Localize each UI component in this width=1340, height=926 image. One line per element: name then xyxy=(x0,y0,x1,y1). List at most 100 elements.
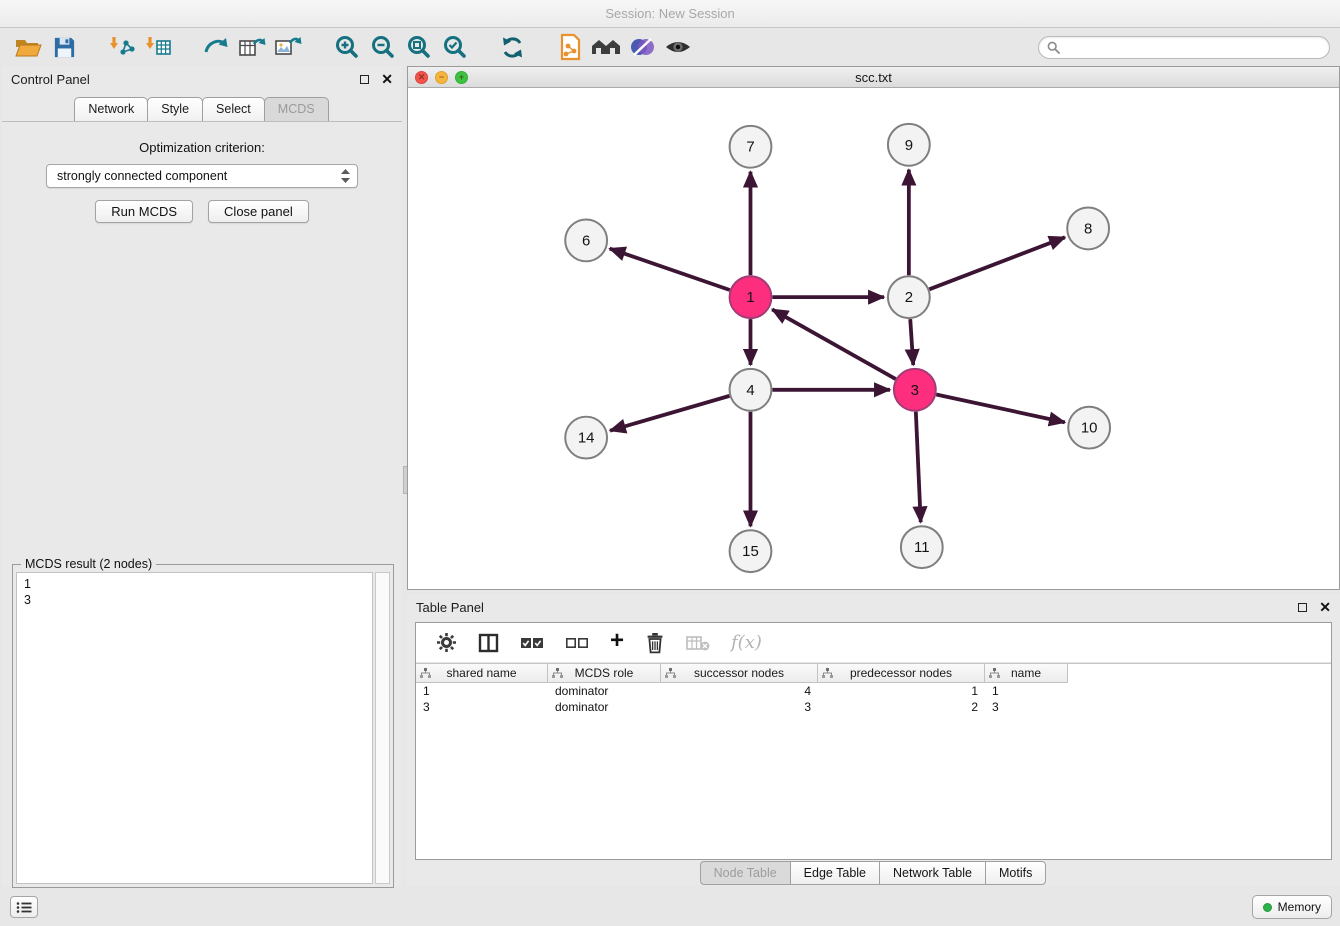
checkboxes-checked-icon xyxy=(520,635,544,651)
zoom-selected-button[interactable] xyxy=(436,32,472,62)
window-titlebar: Session: New Session xyxy=(0,0,1340,28)
graph-node-8[interactable]: 8 xyxy=(1067,208,1109,250)
export-image-button[interactable] xyxy=(270,32,306,62)
first-neighbors-button[interactable] xyxy=(588,32,624,62)
table-panel: Table Panel ✕ xyxy=(407,594,1340,886)
result-scrollbar[interactable] xyxy=(375,572,390,884)
tab-style[interactable]: Style xyxy=(147,97,203,121)
float-panel-icon[interactable] xyxy=(360,75,369,84)
column-header-name[interactable]: name xyxy=(985,664,1068,683)
deselect-all-button[interactable] xyxy=(565,635,589,651)
search-input[interactable] xyxy=(1065,40,1321,54)
export-image-icon xyxy=(273,34,303,60)
refresh-button[interactable] xyxy=(494,32,530,62)
document-network-button[interactable] xyxy=(552,32,588,62)
column-header-successor-nodes[interactable]: successor nodes xyxy=(661,664,818,683)
tab-node-table[interactable]: Node Table xyxy=(700,861,791,885)
delete-column-button[interactable] xyxy=(645,632,665,654)
save-session-button[interactable] xyxy=(46,32,82,62)
task-history-button[interactable] xyxy=(10,896,38,918)
table-cell[interactable]: 4 xyxy=(661,684,818,698)
sort-icon xyxy=(989,668,1000,682)
svg-text:7: 7 xyxy=(746,139,754,156)
graph-edge-4-14[interactable] xyxy=(610,396,729,431)
zoom-in-button[interactable] xyxy=(328,32,364,62)
add-column-button[interactable]: + xyxy=(610,629,624,653)
network-canvas[interactable]: 7 9 6 8 1 2 4 3 14 10 15 11 xyxy=(408,89,1339,589)
close-table-panel-icon[interactable]: ✕ xyxy=(1319,600,1331,614)
sort-icon xyxy=(552,668,563,682)
import-table-button[interactable] xyxy=(140,32,176,62)
graph-edge-1-6[interactable] xyxy=(610,249,730,290)
graph-node-11[interactable]: 11 xyxy=(901,526,943,568)
delete-table-button[interactable] xyxy=(686,634,710,652)
graph-node-6[interactable]: 6 xyxy=(565,219,607,261)
close-panel-button[interactable]: Close panel xyxy=(208,200,309,223)
table-cell[interactable]: 2 xyxy=(818,700,985,714)
graph-node-14[interactable]: 14 xyxy=(565,417,607,459)
result-item[interactable]: 1 xyxy=(24,576,365,592)
memory-button[interactable]: Memory xyxy=(1252,895,1332,919)
table-cell[interactable]: 3 xyxy=(661,700,818,714)
graph-node-9[interactable]: 9 xyxy=(888,124,930,166)
graph-edge-3-10[interactable] xyxy=(936,394,1065,422)
table-cell[interactable]: dominator xyxy=(548,684,661,698)
graph-node-4[interactable]: 4 xyxy=(730,369,772,411)
run-mcds-button[interactable]: Run MCDS xyxy=(95,200,193,223)
mcds-result-list[interactable]: 13 xyxy=(16,572,373,884)
table-settings-button[interactable] xyxy=(436,632,457,653)
refresh-icon xyxy=(499,34,526,61)
select-all-button[interactable] xyxy=(520,635,544,651)
graph-node-15[interactable]: 15 xyxy=(730,530,772,572)
table-row[interactable]: 1dominator411 xyxy=(416,683,1331,699)
control-panel-header: Control Panel ✕ xyxy=(2,66,402,92)
graph-node-2[interactable]: 2 xyxy=(888,276,930,318)
graph-edge-3-11[interactable] xyxy=(916,412,921,523)
zoom-fit-button[interactable] xyxy=(400,32,436,62)
zoom-out-icon xyxy=(369,34,396,61)
table-cell[interactable]: dominator xyxy=(548,700,661,714)
table-cell[interactable]: 1 xyxy=(818,684,985,698)
venn-filter-button[interactable] xyxy=(624,32,660,62)
optimization-select-value: strongly connected component xyxy=(57,169,340,183)
graph-edge-2-3[interactable] xyxy=(910,319,913,365)
export-table-button[interactable] xyxy=(234,32,270,62)
table-row[interactable]: 3dominator323 xyxy=(416,699,1331,715)
stepper-icon xyxy=(340,168,351,184)
tab-edge-table[interactable]: Edge Table xyxy=(790,861,880,885)
search-box[interactable] xyxy=(1038,36,1330,59)
import-network-button[interactable] xyxy=(104,32,140,62)
float-table-panel-icon[interactable] xyxy=(1298,603,1307,612)
memory-label: Memory xyxy=(1278,900,1321,914)
tab-select[interactable]: Select xyxy=(202,97,265,121)
optimization-select[interactable]: strongly connected component xyxy=(46,164,358,188)
show-hide-button[interactable] xyxy=(660,32,696,62)
graph-node-3[interactable]: 3 xyxy=(894,369,936,411)
share-network-button[interactable] xyxy=(198,32,234,62)
table-cell[interactable]: 1 xyxy=(416,684,548,698)
tab-network-table[interactable]: Network Table xyxy=(879,861,986,885)
graph-edge-2-8[interactable] xyxy=(929,237,1065,289)
column-header-predecessor-nodes[interactable]: predecessor nodes xyxy=(818,664,985,683)
function-builder-button[interactable]: f(x) xyxy=(731,632,762,653)
graph-node-10[interactable]: 10 xyxy=(1068,407,1110,449)
graph-node-7[interactable]: 7 xyxy=(730,126,772,168)
svg-text:9: 9 xyxy=(905,137,913,154)
tab-mcds[interactable]: MCDS xyxy=(264,97,329,121)
column-header-shared-name[interactable]: shared name xyxy=(416,664,548,683)
tab-motifs[interactable]: Motifs xyxy=(985,861,1046,885)
main-toolbar xyxy=(0,29,1340,65)
column-header-MCDS-role[interactable]: MCDS role xyxy=(548,664,661,683)
control-panel: Control Panel ✕ NetworkStyleSelectMCDS O… xyxy=(2,66,402,886)
table-cell[interactable]: 3 xyxy=(985,700,1068,714)
graph-node-1[interactable]: 1 xyxy=(730,276,772,318)
table-cell[interactable]: 3 xyxy=(416,700,548,714)
result-item[interactable]: 3 xyxy=(24,592,365,608)
tab-network[interactable]: Network xyxy=(74,97,148,121)
show-columns-button[interactable] xyxy=(478,633,499,653)
graph-edge-3-1[interactable] xyxy=(772,309,896,379)
close-panel-icon[interactable]: ✕ xyxy=(381,72,393,86)
table-cell[interactable]: 1 xyxy=(985,684,1068,698)
zoom-out-button[interactable] xyxy=(364,32,400,62)
open-session-button[interactable] xyxy=(10,32,46,62)
